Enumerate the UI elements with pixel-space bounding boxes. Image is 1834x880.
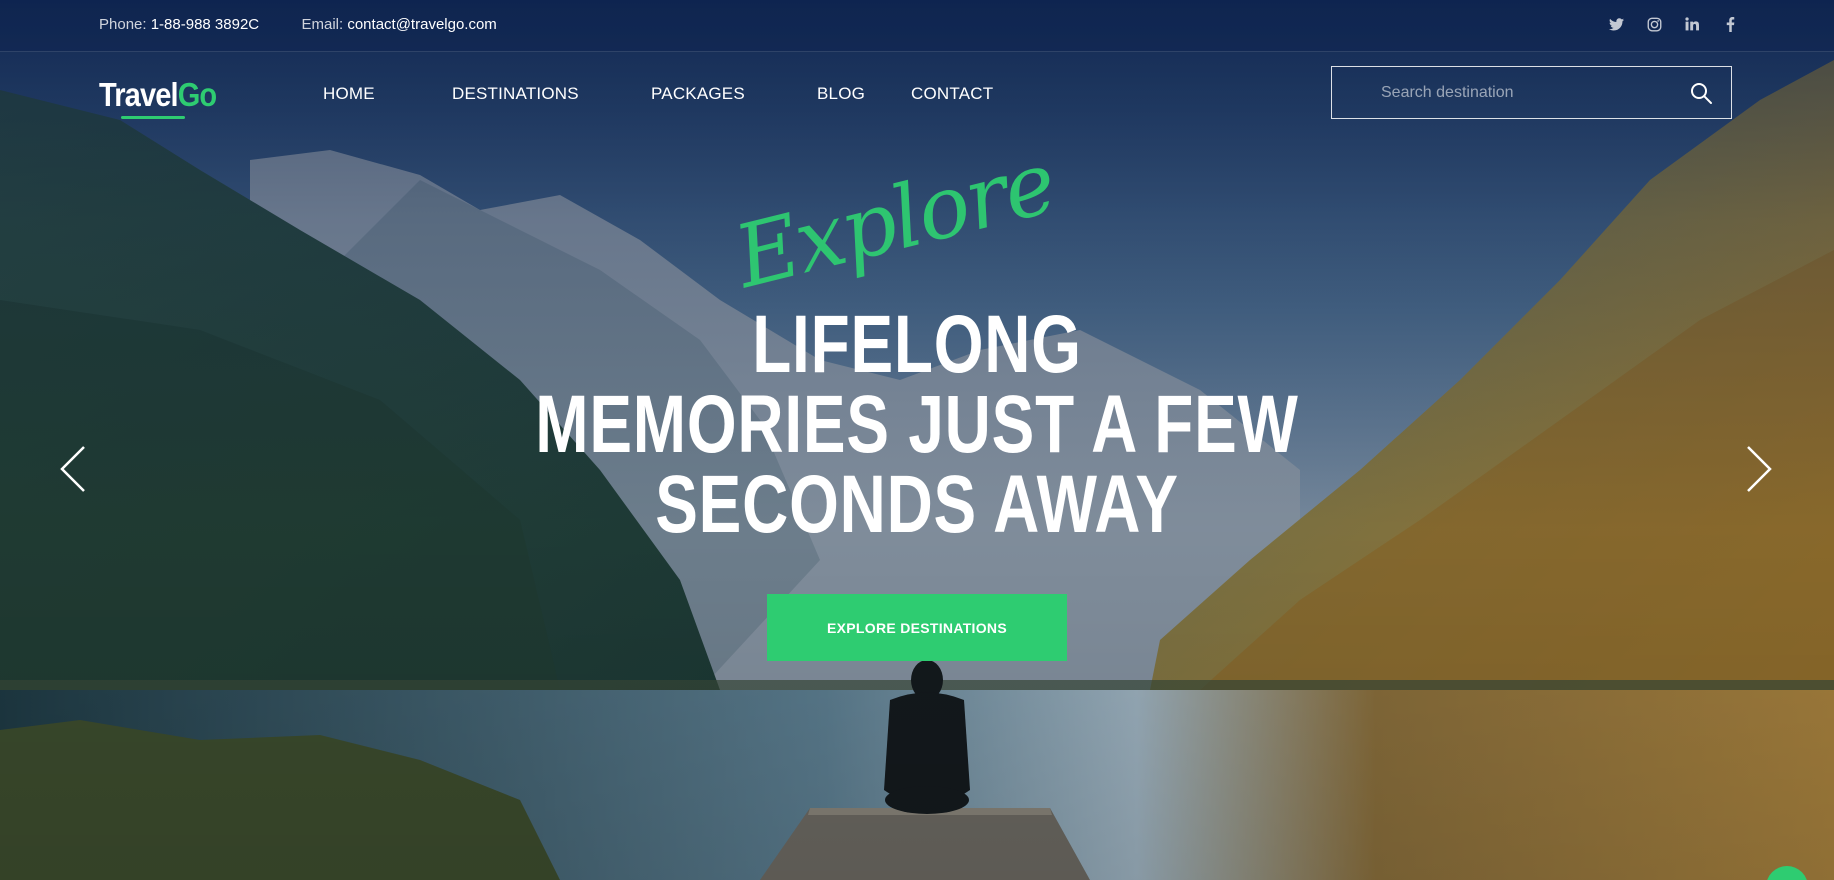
- search-box: [1331, 66, 1732, 119]
- phone-label: Phone:: [99, 16, 147, 33]
- nav-item-home[interactable]: HOME: [323, 84, 375, 104]
- twitter-icon[interactable]: [1608, 16, 1624, 32]
- slider-next-arrow-icon[interactable]: [1744, 444, 1774, 494]
- email-value[interactable]: contact@travelgo.com: [347, 16, 496, 33]
- search-icon[interactable]: [1689, 81, 1713, 105]
- logo-underline: [121, 116, 185, 119]
- hero-section: Phone: 1-88-988 3892C Email: contact@tra…: [0, 0, 1834, 880]
- headline-line-1: LIFELONG: [752, 299, 1082, 390]
- email-label: Email:: [301, 16, 344, 33]
- phone-value[interactable]: 1-88-988 3892C: [151, 16, 259, 33]
- contact-info: Phone: 1-88-988 3892C Email: contact@tra…: [99, 16, 497, 33]
- headline-line-2: MEMORIES JUST A FEW: [535, 379, 1299, 470]
- linkedin-icon[interactable]: [1684, 16, 1700, 32]
- top-contact-bar: Phone: 1-88-988 3892C Email: contact@tra…: [0, 0, 1834, 52]
- explore-destinations-button[interactable]: EXPLORE DESTINATIONS: [767, 594, 1067, 661]
- instagram-icon[interactable]: [1646, 16, 1662, 32]
- nav-item-packages[interactable]: PACKAGES: [651, 84, 745, 104]
- logo-text-go: Go: [177, 76, 217, 113]
- nav-item-blog[interactable]: BLOG: [817, 84, 865, 104]
- brand-logo[interactable]: TravelGo: [99, 76, 217, 114]
- nav-item-destinations[interactable]: DESTINATIONS: [452, 84, 579, 104]
- logo-text-travel: Travel: [99, 76, 179, 113]
- facebook-icon[interactable]: [1722, 16, 1738, 32]
- hero-headline: LIFELONG MEMORIES JUST A FEW SECONDS AWA…: [202, 299, 1633, 550]
- headline-line-3: SECONDS AWAY: [655, 459, 1179, 550]
- nav-item-contact[interactable]: CONTACT: [911, 84, 993, 104]
- slider-prev-arrow-icon[interactable]: [58, 444, 88, 494]
- search-input[interactable]: [1379, 81, 1683, 105]
- social-links: [1608, 16, 1738, 32]
